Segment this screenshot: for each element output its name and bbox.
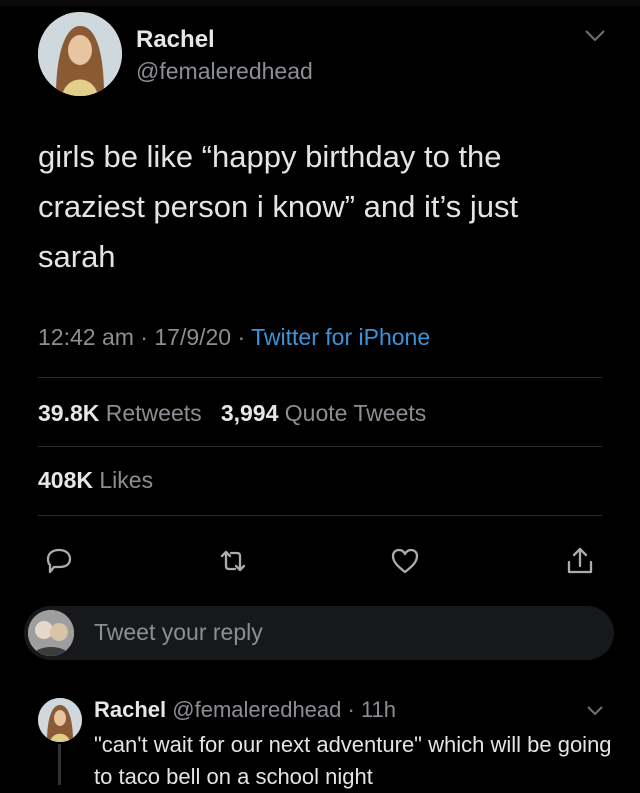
reply-text: "can't wait for our next adventure" whic… (94, 732, 612, 789)
reply-input-placeholder[interactable]: Tweet your reply (94, 619, 263, 646)
tweet-text: girls be like “happy birthday to the cra… (38, 139, 519, 274)
share-icon (567, 547, 593, 574)
retweet-stats-row: 39.8K Retweets 3,994 Quote Tweets (38, 400, 426, 427)
like-button[interactable] (388, 544, 422, 578)
reply-time-separator: · (341, 697, 361, 722)
tweet-source-link[interactable]: Twitter for iPhone (251, 324, 430, 350)
tweet-date: 17/9/20 (154, 324, 232, 350)
share-button[interactable] (563, 544, 597, 578)
retweet-icon (220, 550, 246, 572)
chevron-down-icon[interactable] (584, 28, 606, 44)
retweets-stat[interactable]: 39.8K Retweets (38, 400, 202, 426)
likes-stats-row[interactable]: 408K Likes (38, 467, 153, 494)
quote-tweets-stat[interactable]: 3,994 Quote Tweets (221, 400, 426, 426)
divider (38, 377, 602, 378)
chevron-down-icon[interactable] (586, 704, 604, 717)
tweet-time: 12:42 am (38, 324, 134, 350)
author-name[interactable]: Rachel (136, 26, 215, 54)
author-handle[interactable]: @femaleredhead (136, 58, 313, 85)
reply-button[interactable] (42, 544, 76, 578)
heart-icon (391, 548, 419, 574)
thread-connector (58, 744, 61, 785)
quotes-label: Quote Tweets (284, 400, 427, 426)
reply-author-name[interactable]: Rachel (94, 697, 166, 722)
current-user-avatar (28, 610, 74, 656)
retweets-count: 39.8K (38, 400, 100, 426)
likes-count: 408K (38, 467, 93, 493)
meta-separator: · (133, 324, 155, 350)
quotes-count: 3,994 (220, 400, 279, 426)
tweet-meta: 12:42 am · 17/9/20 · Twitter for iPhone (38, 324, 430, 351)
meta-separator: · (231, 324, 252, 350)
reply-compose-box[interactable]: Tweet your reply (24, 606, 614, 660)
reply-icon (46, 548, 72, 574)
reply-author-handle[interactable]: @femaleredhead (172, 697, 341, 722)
divider (38, 446, 602, 447)
reply-header: Rachel @femaleredhead · 11h (94, 697, 396, 723)
reply-author-avatar[interactable] (38, 698, 82, 742)
retweets-label: Retweets (105, 400, 202, 426)
divider (38, 515, 602, 516)
author-avatar[interactable] (38, 12, 122, 96)
retweet-button[interactable] (216, 544, 250, 578)
likes-label: Likes (99, 467, 154, 493)
reply-time: 11h (360, 697, 397, 722)
top-divider (0, 0, 640, 6)
